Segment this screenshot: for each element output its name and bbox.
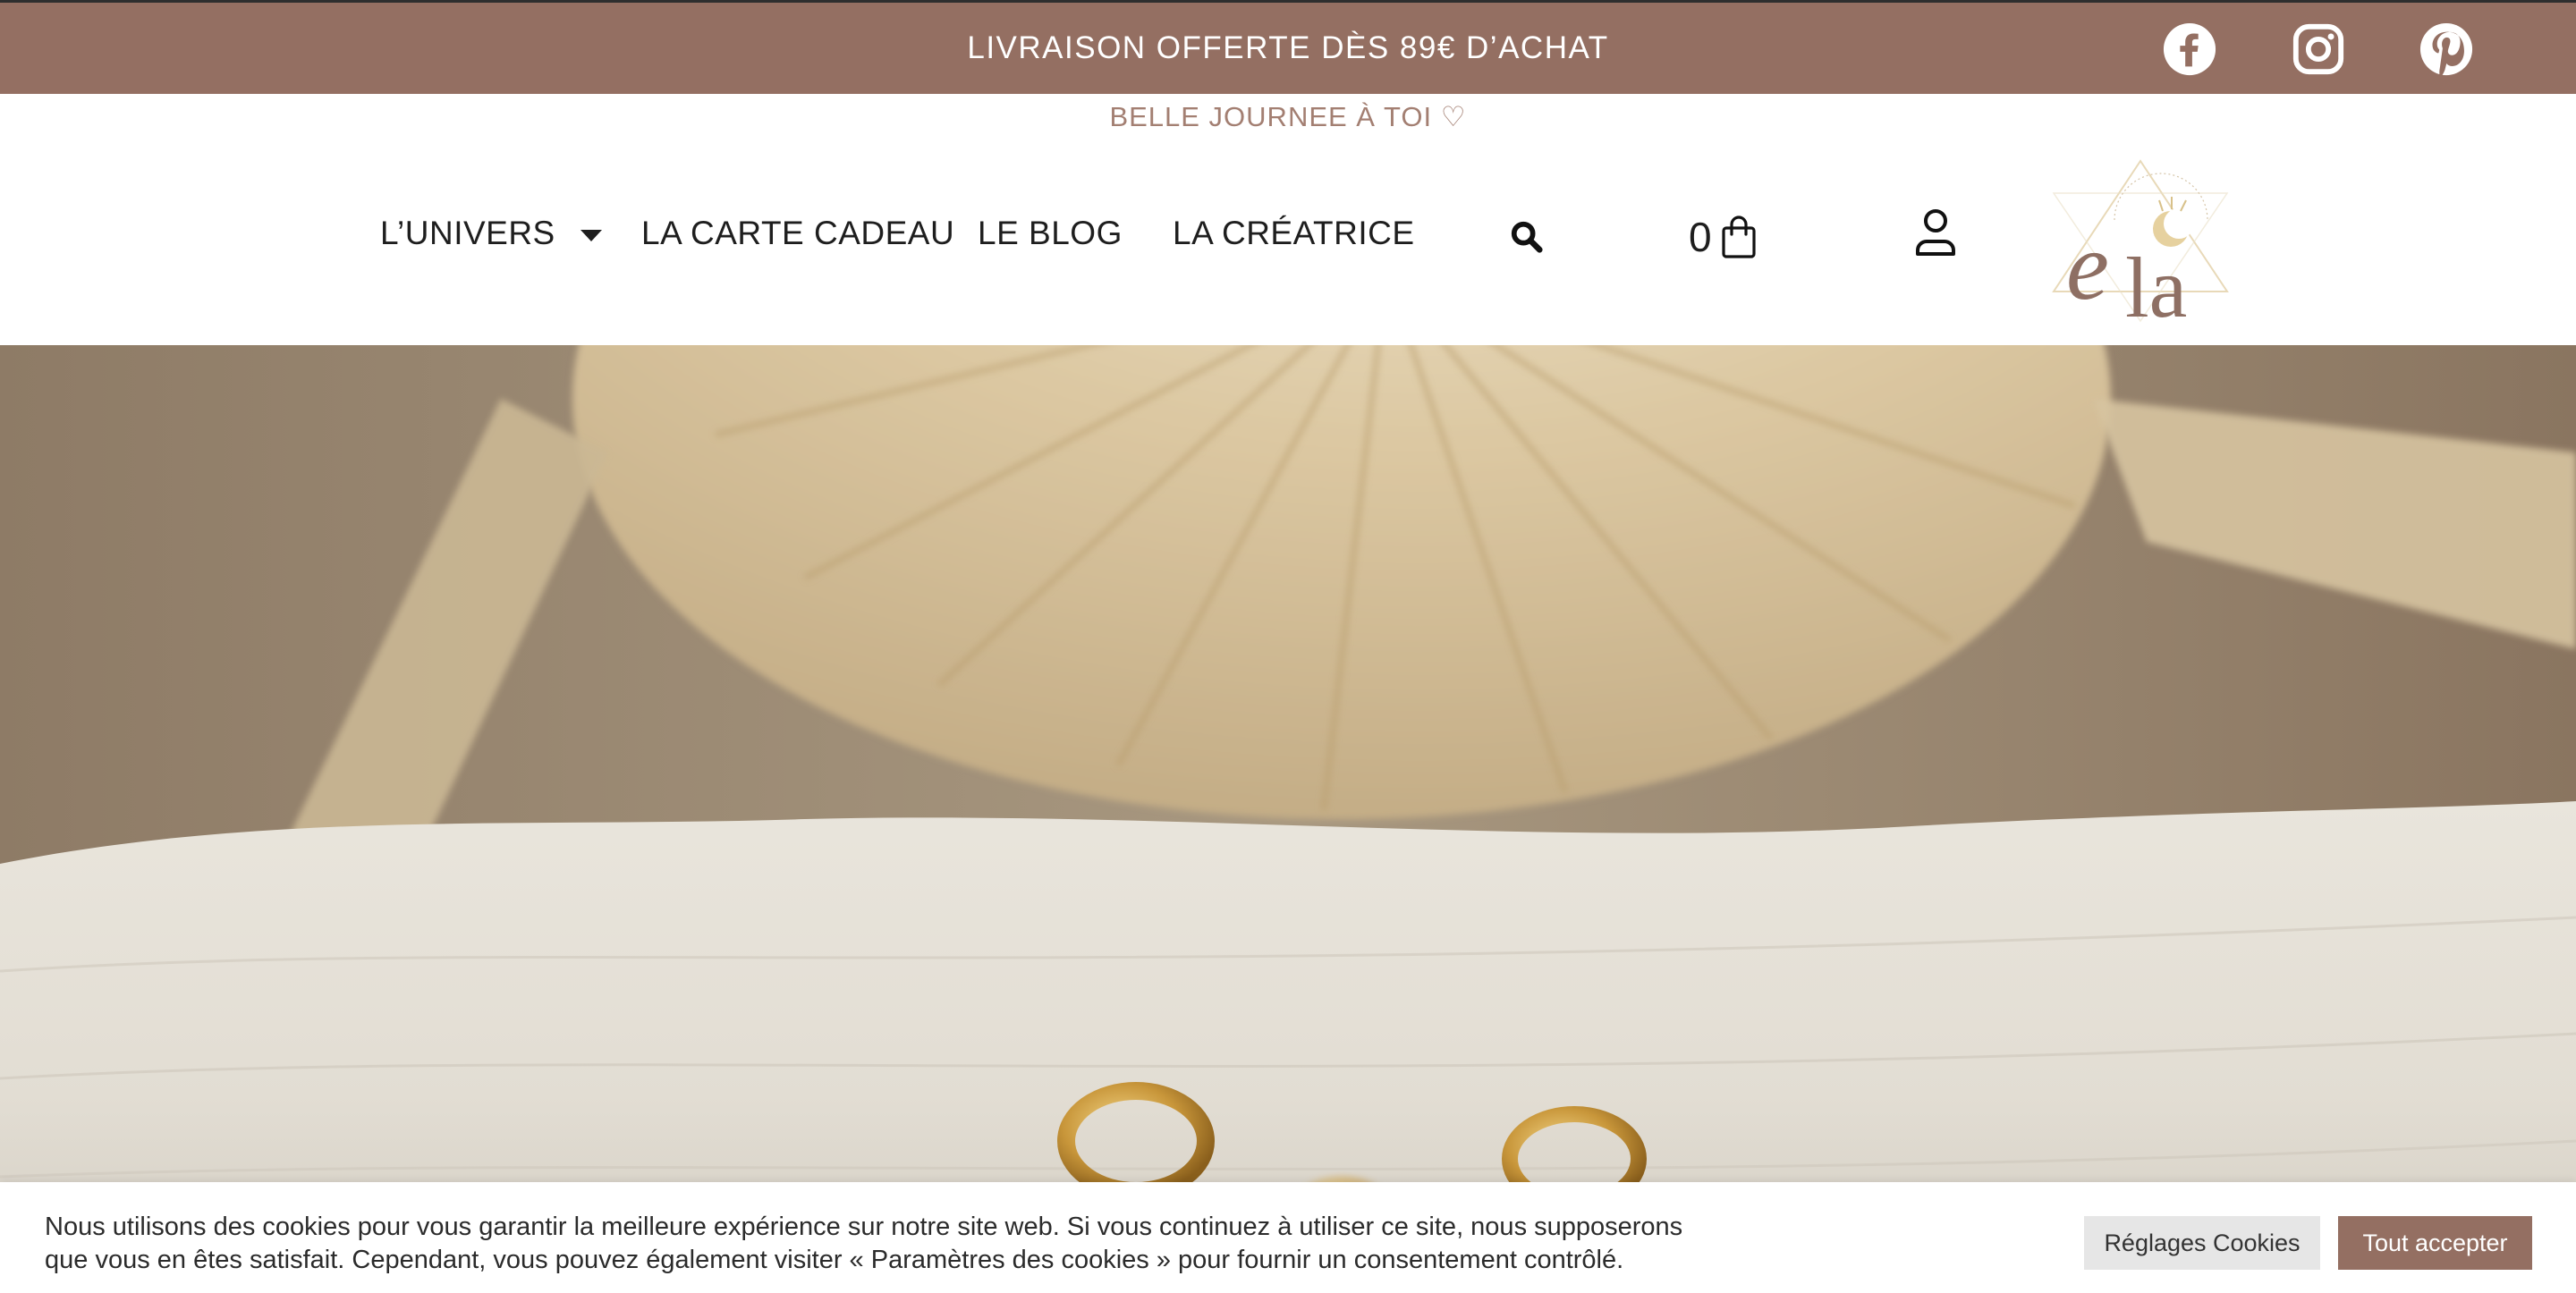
svg-text:la: la [2125,240,2187,325]
accept-all-button[interactable]: Tout accepter [2338,1216,2532,1270]
nav-item-label: L’UNIVERS [380,215,555,251]
brand-logo[interactable]: e la [2048,157,2233,335]
nav-item-univers[interactable]: L’UNIVERS [380,215,602,252]
search-icon[interactable] [1510,220,1544,254]
nav-item-blog[interactable]: LE BLOG [978,215,1123,252]
cart-count: 0 [1689,214,1712,260]
cookie-settings-button[interactable]: Réglages Cookies [2084,1216,2320,1270]
user-account-icon[interactable] [1914,207,1957,258]
pinterest-icon[interactable] [2416,19,2477,80]
facebook-icon[interactable] [2159,19,2220,80]
instagram-icon[interactable] [2288,19,2349,80]
promo-bar: LIVRAISON OFFERTE DÈS 89€ D’ACHAT [0,0,2576,94]
main-nav: L’UNIVERS LA CARTE CADEAU LE BLOG LA CRÉ… [0,138,2576,345]
nav-item-creatrice[interactable]: LA CRÉATRICE [1173,215,1415,252]
shopping-bag-icon [1721,216,1756,258]
cookie-banner: Nous utilisons des cookies pour vous gar… [0,1182,2576,1293]
nav-item-carte-cadeau[interactable]: LA CARTE CADEAU [641,215,954,252]
cookie-text-line: que vous en êtes satisfait. Cependant, v… [45,1246,1624,1274]
hero-image [0,345,2576,1293]
greeting-text: BELLE JOURNEE À TOI ♡ [1109,101,1467,132]
cookie-notice-text: Nous utilisons des cookies pour vous gar… [45,1211,1816,1277]
cookie-text-line: Nous utilisons des cookies pour vous gar… [45,1213,1683,1241]
caret-down-icon [580,229,602,241]
svg-text:e: e [2066,214,2109,320]
cart-button[interactable]: 0 [1689,213,1757,259]
